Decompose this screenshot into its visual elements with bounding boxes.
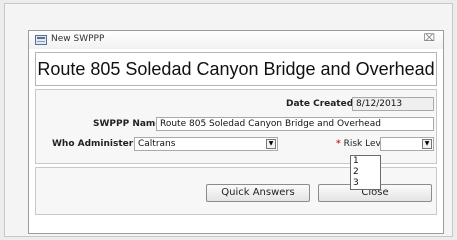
form-fields-area: Date Created: 8/12/2013 SWPPP Name: Rout…: [35, 89, 437, 164]
form-icon: [35, 35, 47, 45]
chevron-down-icon[interactable]: ▼: [266, 139, 276, 149]
risk-level-option[interactable]: 3: [351, 178, 380, 189]
new-swppp-form-window: New SWPPP ⌧ Route 805 Soledad Canyon Bri…: [28, 30, 444, 234]
risk-level-combobox[interactable]: ▼: [380, 137, 434, 151]
swppp-name-label: SWPPP Name:: [93, 119, 166, 129]
risk-level-option[interactable]: 1: [351, 156, 380, 167]
risk-level-option[interactable]: 2: [351, 167, 380, 178]
chevron-down-icon[interactable]: ▼: [422, 139, 432, 149]
who-administer-combobox[interactable]: Caltrans ▼: [134, 137, 278, 151]
window-title: New SWPPP: [51, 34, 105, 44]
quick-answers-button[interactable]: Quick Answers: [206, 184, 310, 202]
who-administer-value: Caltrans: [138, 139, 176, 149]
project-title: Route 805 Soledad Canyon Bridge and Over…: [35, 52, 437, 86]
risk-level-dropdown-list: 1 2 3: [350, 155, 381, 190]
date-created-label: Date Created:: [286, 99, 357, 109]
required-asterisk: *: [336, 139, 341, 149]
title-bar: New SWPPP ⌧: [29, 31, 443, 49]
swppp-name-input[interactable]: Route 805 Soledad Canyon Bridge and Over…: [156, 117, 434, 131]
date-created-field: 8/12/2013: [352, 97, 434, 111]
who-administer-label: Who Administer:: [52, 139, 137, 149]
close-window-icon[interactable]: ⌧: [423, 33, 435, 44]
